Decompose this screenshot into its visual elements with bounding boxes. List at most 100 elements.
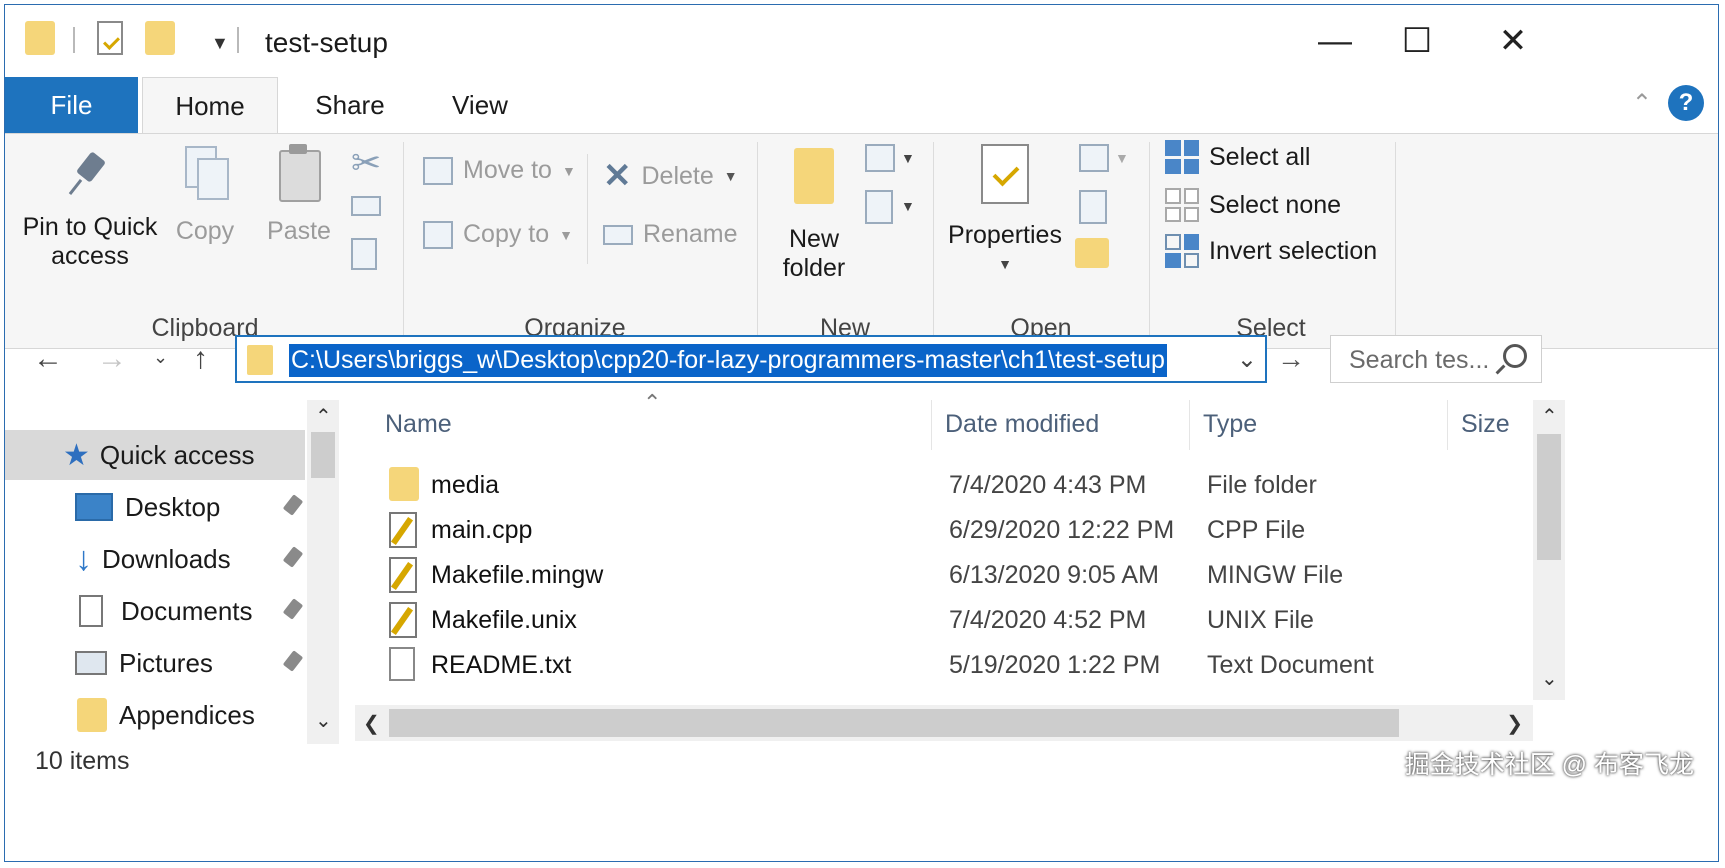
close-button[interactable]: ✕ (1483, 17, 1543, 65)
cpp-file-icon (389, 512, 417, 548)
delete-icon: ✕ (603, 157, 632, 195)
search-box[interactable]: Search tes... (1330, 335, 1542, 383)
scroll-left-icon[interactable]: ❮ (363, 711, 380, 736)
nav-item-label: Pictures (119, 647, 213, 678)
new-item-icon[interactable] (865, 144, 895, 172)
delete-button[interactable]: ✕ Delete ▼ (603, 156, 738, 196)
recent-locations-button[interactable]: ⌄ (153, 347, 168, 368)
table-row[interactable]: main.cpp 6/29/2020 12:22 PM CPP File (385, 508, 1525, 553)
file-type: CPP File (1207, 516, 1306, 544)
dropdown-arrow-icon[interactable]: ▼ (901, 150, 915, 166)
group-separator (587, 154, 588, 264)
copy-to-button[interactable]: Copy to ▼ (423, 220, 573, 249)
rename-button[interactable]: Rename (603, 220, 738, 249)
file-name: Makefile.unix (431, 606, 577, 634)
file-date: 5/19/2020 1:22 PM (949, 651, 1161, 679)
pin-icon[interactable] (282, 494, 304, 516)
tab-view[interactable]: View (430, 77, 530, 133)
nav-item-documents[interactable]: Documents (5, 586, 305, 636)
scroll-down-icon[interactable]: ⌄ (1541, 666, 1558, 691)
new-folder-qat-icon[interactable] (145, 21, 175, 55)
nav-item-desktop[interactable]: Desktop (5, 482, 305, 532)
maximize-button[interactable]: ☐ (1387, 17, 1447, 65)
new-folder-button[interactable]: New folder (769, 148, 859, 283)
table-row[interactable]: media 7/4/2020 4:43 PM File folder (385, 463, 1525, 508)
copy-to-label: Copy to (463, 220, 550, 248)
copy-button[interactable]: Copy (165, 144, 245, 246)
history-icon[interactable] (1075, 238, 1109, 268)
scroll-down-icon[interactable]: ⌄ (315, 708, 332, 733)
nav-item-appendices[interactable]: Appendices (5, 690, 305, 740)
horizontal-scrollbar[interactable]: ❮ ❯ (355, 705, 1533, 741)
scroll-up-icon[interactable]: ⌃ (315, 404, 332, 429)
back-button[interactable]: ← (33, 342, 63, 376)
move-to-icon (423, 156, 453, 185)
customize-qat-icon[interactable]: ▼ (211, 33, 229, 54)
minimize-button[interactable]: — (1305, 17, 1365, 65)
nav-item-label: Desktop (125, 491, 221, 522)
nav-item-pictures[interactable]: Pictures (5, 638, 305, 688)
copy-label: Copy (175, 217, 235, 245)
address-path[interactable]: C:\Users\briggs_w\Desktop\cpp20-for-lazy… (289, 344, 1167, 377)
column-header-type[interactable]: Type (1203, 410, 1257, 439)
scroll-up-icon[interactable]: ⌃ (1541, 404, 1558, 429)
copy-icon (183, 144, 229, 200)
cut-icon[interactable]: ✂ (351, 142, 381, 184)
folder-icon (77, 698, 107, 732)
forward-button[interactable]: → (97, 342, 127, 376)
column-header-name[interactable]: Name (385, 410, 452, 439)
dropdown-arrow-icon[interactable]: ▼ (1115, 150, 1129, 166)
folder-icon (247, 345, 273, 375)
nav-item-downloads[interactable]: ↓ Downloads (5, 534, 305, 584)
properties-label: Properties (948, 221, 1062, 249)
select-all-button[interactable]: Select all (1165, 140, 1310, 174)
new-folder-label: New folder (782, 225, 846, 282)
pin-icon[interactable] (282, 546, 304, 568)
open-icon[interactable] (1079, 144, 1109, 172)
column-separator[interactable] (1447, 400, 1448, 450)
column-separator[interactable] (931, 400, 932, 450)
table-row[interactable]: Makefile.mingw 6/13/2020 9:05 AM MINGW F… (385, 553, 1525, 598)
ribbon-tabs: File Home Share View ⌃ ? (5, 77, 1718, 134)
move-to-button[interactable]: Move to ▼ (423, 156, 576, 185)
column-header-date[interactable]: Date modified (945, 410, 1099, 439)
paste-button[interactable]: Paste (259, 142, 339, 246)
file-type: Text Document (1207, 651, 1374, 679)
easy-access-icon[interactable] (865, 190, 893, 224)
file-name: README.txt (431, 651, 572, 679)
copy-path-icon[interactable] (351, 196, 381, 216)
table-row[interactable]: Makefile.unix 7/4/2020 4:52 PM UNIX File (385, 598, 1525, 643)
chevron-down-icon[interactable]: ⌄ (1237, 345, 1257, 374)
select-none-button[interactable]: Select none (1165, 188, 1341, 222)
scroll-right-icon[interactable]: ❯ (1506, 711, 1523, 736)
column-header-size[interactable]: Size (1461, 410, 1510, 439)
navigation-pane: ★ Quick access Desktop ↓ Downloads Docum… (5, 400, 340, 744)
title-bar: ▼ test-setup — ☐ ✕ (5, 5, 1718, 77)
file-list-scroll-thumb[interactable] (1537, 434, 1561, 560)
properties-qat-icon[interactable] (97, 21, 123, 55)
help-icon[interactable]: ? (1668, 85, 1704, 121)
address-bar[interactable]: C:\Users\briggs_w\Desktop\cpp20-for-lazy… (235, 335, 1267, 383)
invert-selection-button[interactable]: Invert selection (1165, 234, 1377, 268)
nav-scrollbar[interactable]: ⌃ ⌄ (307, 400, 339, 744)
horizontal-scroll-thumb[interactable] (389, 709, 1399, 737)
column-separator[interactable] (1189, 400, 1190, 450)
pin-to-quick-access-button[interactable]: Pin to Quick access (15, 152, 165, 271)
go-arrow-button[interactable]: → (1277, 343, 1305, 375)
dropdown-arrow-icon[interactable]: ▼ (901, 198, 915, 214)
paste-shortcut-icon[interactable] (351, 238, 377, 270)
tab-share[interactable]: Share (300, 77, 400, 133)
table-row[interactable]: README.txt 5/19/2020 1:22 PM Text Docume… (385, 643, 1525, 688)
collapse-ribbon-icon[interactable]: ⌃ (1632, 89, 1652, 118)
edit-icon[interactable] (1079, 190, 1107, 224)
properties-button[interactable]: Properties ▼ (943, 144, 1067, 279)
nav-scroll-thumb[interactable] (311, 432, 335, 478)
nav-item-quick-access[interactable]: ★ Quick access (5, 430, 305, 480)
tab-home[interactable]: Home (142, 77, 278, 134)
pin-icon[interactable] (282, 650, 304, 672)
up-button[interactable]: ↑ (193, 342, 208, 376)
tab-file[interactable]: File (5, 77, 138, 133)
file-list-scrollbar[interactable]: ⌃ ⌄ (1533, 400, 1565, 700)
group-separator (1149, 142, 1150, 338)
pin-icon[interactable] (282, 598, 304, 620)
